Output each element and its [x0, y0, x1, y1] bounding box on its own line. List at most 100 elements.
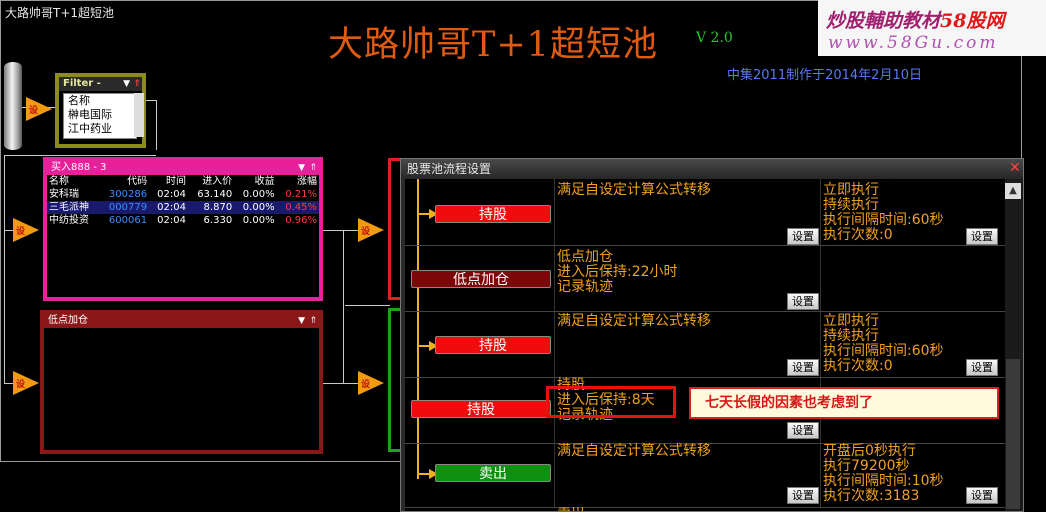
dropdown-icon[interactable]: ▼: [123, 77, 130, 91]
settings-button[interactable]: 设置: [966, 359, 998, 376]
highlight-box: [546, 386, 676, 418]
settings-button[interactable]: 设置: [787, 422, 819, 439]
process-arrow-label: 设: [16, 380, 26, 390]
process-arrow-hold[interactable]: 设: [358, 218, 384, 242]
table-header-row: 名称 代码 时间 进入价 收益 涨幅: [47, 175, 319, 188]
connector-line: [156, 100, 157, 150]
table-row[interactable]: 中纺投资 600061 02:04 6.330 0.00% 0.96%: [47, 214, 319, 227]
gain: 0.00%: [234, 201, 277, 214]
list-item[interactable]: 江中药业: [64, 122, 136, 136]
flow-step-row: 低点加仓 低点加仓 进入后保持:22小时 记录轨迹 设置: [405, 246, 1005, 312]
scrollbar-thumb[interactable]: [1006, 359, 1020, 509]
condition-text: 满足自设定计算公式转移: [557, 443, 711, 459]
filter-panel-titlebar: Filter - ▼ ⇑: [59, 77, 142, 91]
flow-step-cell: 持股: [405, 179, 555, 245]
version-label: V 2.0: [696, 30, 733, 46]
action-text: 执行79200秒: [823, 458, 910, 474]
connector-line: [4, 155, 156, 156]
dialog-scrollbar[interactable]: ▲: [1005, 179, 1023, 511]
condition-cell: 满足自设定计算公式转移 设置: [555, 179, 821, 245]
connector-line: [323, 230, 358, 231]
settings-button[interactable]: 设置: [787, 359, 819, 376]
process-arrow-label: 设: [29, 106, 39, 116]
step-hold-8day-button[interactable]: 持股: [411, 400, 551, 418]
condition-text: 记录轨迹: [557, 279, 613, 295]
settings-button[interactable]: 设置: [787, 487, 819, 504]
condition-text: 低点加仓: [557, 249, 613, 265]
entry-price: 8.870: [187, 201, 235, 214]
connector-line: [4, 155, 5, 383]
list-item[interactable]: 榊电国际: [64, 108, 136, 122]
page-title: 大路帅哥T+1超短池: [328, 25, 658, 65]
flow-step-cell: 低点加仓: [405, 246, 555, 311]
column-header[interactable]: 代码: [99, 175, 149, 188]
table-row[interactable]: 三毛派神 000779 02:04 8.870 0.00% 0.45%: [47, 201, 319, 214]
subtitle: 中集2011制作于2014年2月10日: [727, 68, 922, 83]
filter-list-scrollbar[interactable]: [134, 93, 144, 137]
stock-code: 600061: [108, 215, 148, 226]
connector-line: [345, 305, 390, 306]
condition-text: 满足自设定计算公式转移: [557, 313, 711, 329]
stock-code: 000779: [99, 201, 150, 214]
stock-code: 300286: [108, 189, 148, 200]
action-text: 执行次数:0: [823, 358, 893, 374]
buy-panel: 买入888 - 3 ▼ ⇑ 名称 代码 时间 进入价 收益 涨幅 安科瑞 300…: [43, 157, 323, 301]
column-header[interactable]: 涨幅: [277, 175, 319, 188]
settings-button[interactable]: 设置: [966, 228, 998, 245]
entry-time: 02:04: [157, 215, 186, 226]
step-hold-button[interactable]: 持股: [435, 336, 551, 354]
pin-icon[interactable]: ⇑: [309, 314, 317, 328]
change: 0.45%: [276, 201, 319, 214]
dip-panel-titlebar: 低点加仓 ▼ ⇑: [44, 314, 319, 328]
pool-flow-settings-dialog: 股票池流程设置 ✕ 持股 满足自设定计算公式转移 设置 立即执行 持续执行 执行…: [400, 158, 1024, 512]
stock-name: 中纺投资: [49, 215, 89, 226]
action-cell: 开盘后0秒执行 执行79200秒 执行间隔时间:10秒 执行次数:3183 设置: [821, 444, 1005, 507]
close-icon[interactable]: ✕: [1009, 160, 1021, 176]
condition-cell: 满足自设定计算公式转移 设置: [555, 444, 821, 507]
settings-button[interactable]: 设置: [787, 293, 819, 310]
condition-cell: 满足自设定计算公式转移 设置: [555, 312, 821, 377]
dialog-titlebar[interactable]: 股票池流程设置: [401, 159, 1023, 179]
flow-step-row: 持股 满足自设定计算公式转移 设置 立即执行 持续执行 执行间隔时间:60秒 执…: [405, 179, 1005, 246]
change: 0.96%: [285, 215, 317, 226]
stock-source-cylinder-icon[interactable]: [4, 62, 22, 150]
entry-price: 63.140: [197, 189, 233, 200]
settings-button[interactable]: 设置: [966, 487, 998, 504]
stock-name: 三毛派神: [47, 201, 100, 214]
action-text: 执行间隔时间:10秒: [823, 473, 944, 489]
process-arrow-label: 设: [16, 227, 26, 237]
step-dip-add-button[interactable]: 低点加仓: [411, 270, 551, 288]
process-arrow-buy[interactable]: 设: [13, 218, 39, 242]
column-header[interactable]: 进入价: [188, 175, 234, 188]
action-text: 执行间隔时间:60秒: [823, 212, 944, 228]
settings-button[interactable]: 设置: [787, 228, 819, 245]
column-header[interactable]: 收益: [234, 175, 276, 188]
entry-time: 02:04: [157, 189, 186, 200]
window-title: 大路帅哥T+1超短池: [5, 6, 115, 20]
dropdown-icon[interactable]: ▼: [298, 161, 305, 175]
dropdown-icon[interactable]: ▼: [298, 314, 305, 328]
process-arrow-sell[interactable]: 设: [358, 371, 384, 395]
pin-icon[interactable]: ⇑: [309, 161, 317, 175]
annotation-callout: 七天长假的因素也考虑到了: [689, 387, 999, 419]
column-header[interactable]: 名称: [47, 175, 99, 188]
process-arrow-filter[interactable]: 设: [26, 97, 52, 121]
filter-list[interactable]: 名称 榊电国际 江中药业: [63, 93, 137, 139]
condition-text: 进入后保持:22小时: [557, 264, 678, 280]
flow-step-cell: 持股: [405, 312, 555, 377]
dialog-title: 股票池流程设置: [407, 162, 492, 176]
watermark-url: www.58Gu.com: [828, 33, 999, 53]
filter-list-header: 名称: [68, 94, 90, 107]
process-arrow-dip[interactable]: 设: [13, 371, 39, 395]
step-sell-button[interactable]: 卖出: [435, 464, 551, 482]
pin-icon[interactable]: ⇑: [133, 77, 141, 91]
action-text: 立即执行: [823, 313, 879, 329]
step-hold-button[interactable]: 持股: [435, 205, 551, 223]
column-header[interactable]: 时间: [149, 175, 188, 188]
scroll-up-icon[interactable]: ▲: [1005, 183, 1021, 199]
table-row[interactable]: 安科瑞 300286 02:04 63.140 0.00% 0.21%: [47, 188, 319, 201]
stock-name: 安科瑞: [49, 189, 79, 200]
filter-panel-title: Filter -: [63, 78, 101, 89]
action-text: 持续执行: [823, 197, 879, 213]
connector-line: [146, 100, 156, 101]
